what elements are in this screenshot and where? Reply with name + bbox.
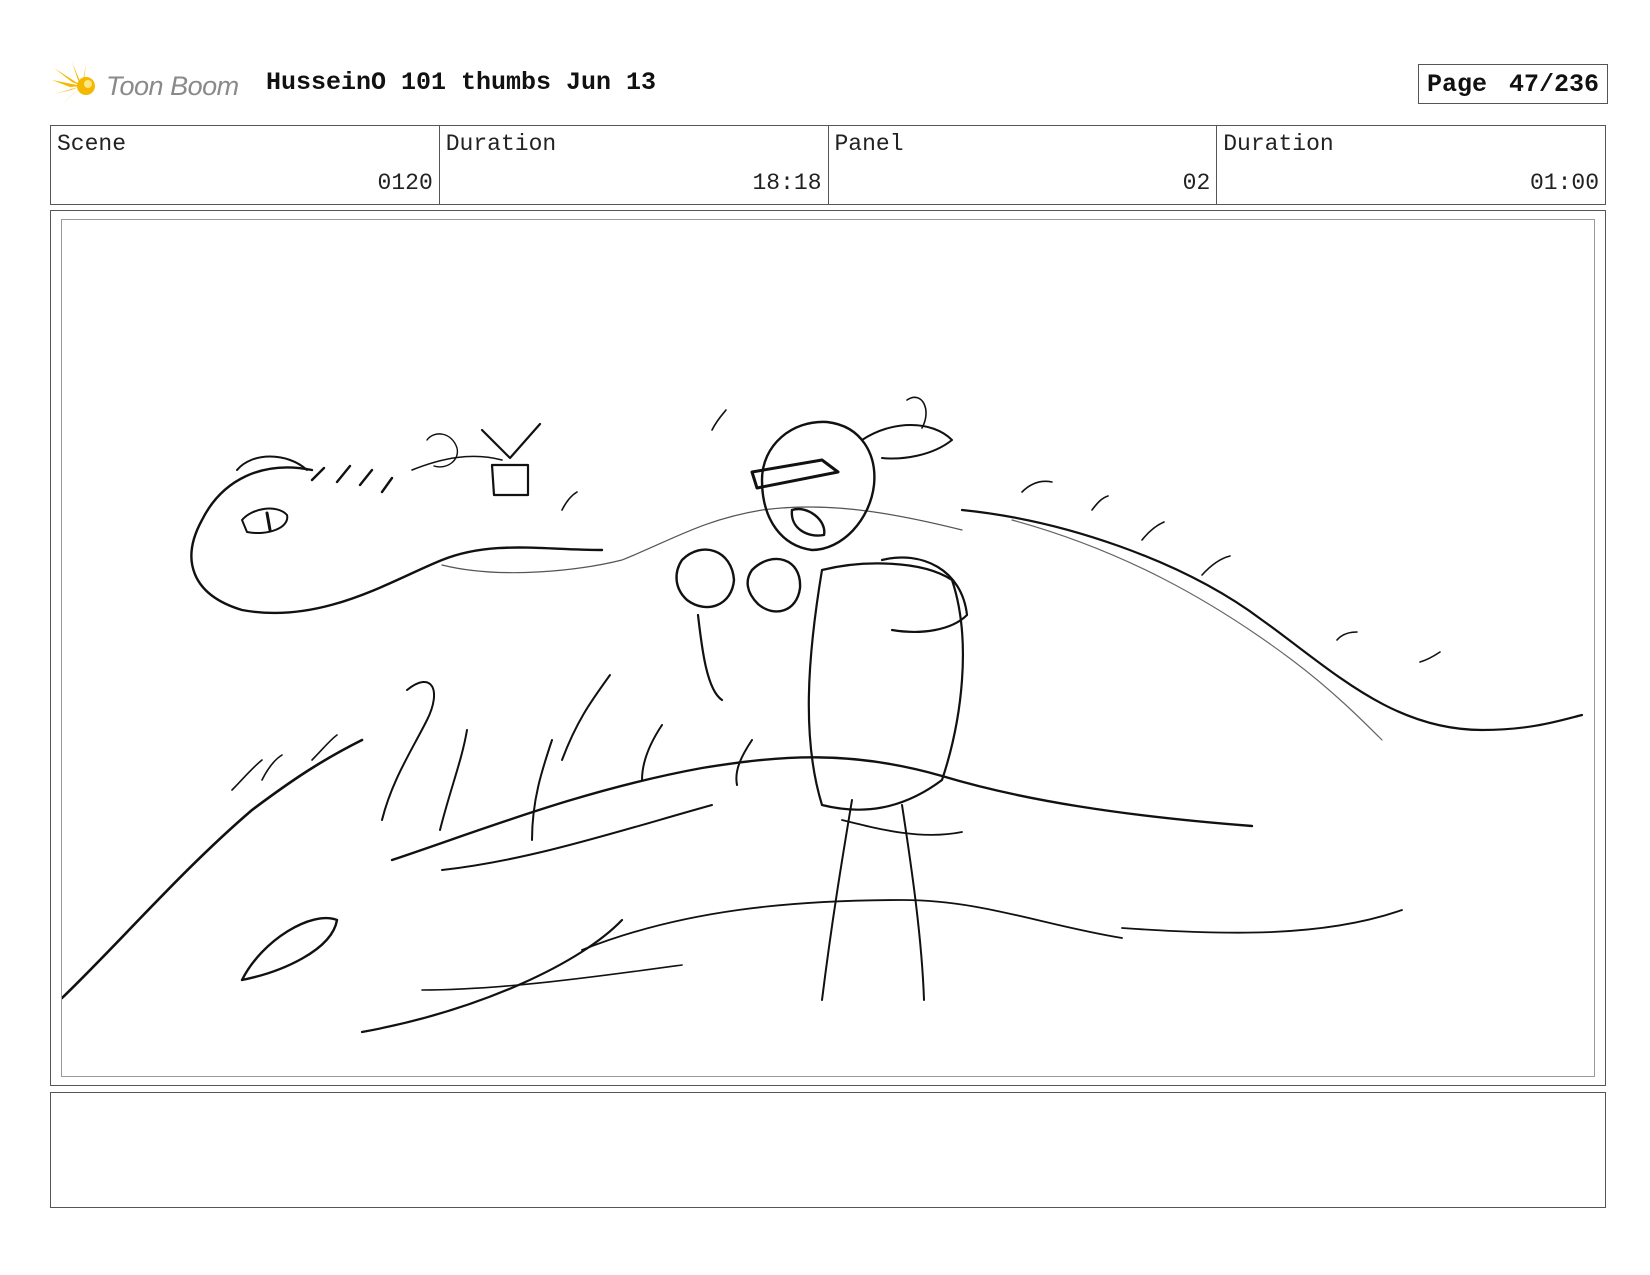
spike-4 (561, 674, 611, 761)
hero-sash (841, 819, 963, 836)
panel-duration-value: 01:00 (1529, 170, 1599, 196)
small-claw-1 (231, 759, 263, 791)
starburst-icon (52, 62, 95, 106)
motion-mark-6 (1419, 651, 1441, 663)
page-indicator: Page 47/236 (1417, 64, 1608, 104)
sketch-drawing (62, 396, 1584, 1034)
hero-fist-left (675, 548, 736, 609)
cape-swoosh (960, 508, 1584, 732)
serpent-base-stroke (360, 918, 624, 1034)
hero-mouth (790, 507, 826, 537)
panel-image-area (61, 219, 1595, 1077)
serpent-belly-stroke (441, 804, 713, 871)
logo-wordmark: Toon Boom (106, 70, 239, 101)
serpent-tail-stroke (1121, 909, 1403, 934)
hero-hair-streak-2 (906, 396, 927, 429)
spike-3 (531, 739, 553, 841)
scene-value: 0120 (377, 170, 433, 196)
panel-frame (50, 210, 1606, 1086)
motion-mark-1 (1021, 480, 1053, 493)
scene-duration-cell: Duration 18:18 (440, 126, 829, 204)
slingshot-fork (480, 422, 542, 460)
panel-info-row: Scene 0120 Duration 18:18 Panel 02 Durat… (50, 125, 1606, 205)
motion-mark-7 (711, 409, 727, 431)
creature-eye-outline (241, 507, 289, 534)
hero-head-outline (760, 420, 876, 552)
motion-mark-5 (1336, 631, 1358, 641)
scene-label: Scene (57, 131, 127, 157)
panel-duration-label: Duration (1223, 131, 1334, 157)
slingshot-band (411, 455, 503, 471)
motion-mark-8 (561, 491, 578, 511)
tentacle-upper-stroke (190, 466, 604, 615)
creature-teeth (310, 464, 394, 494)
serpent-eye-shape (240, 916, 339, 982)
spike-5 (641, 724, 663, 781)
hero-fist-right (746, 557, 802, 613)
serpent-back-stroke (62, 738, 364, 1000)
cape-swoosh-light (1011, 519, 1383, 741)
motion-mark-4 (1201, 555, 1231, 576)
panel-duration-cell: Duration 01:00 (1217, 126, 1605, 204)
page-label: Page (1426, 69, 1487, 99)
slingshot-scribble (426, 433, 459, 468)
toon-boom-logo: Toon Boom (52, 58, 252, 114)
storyboard-header: Toon Boom HusseinO 101 thumbs Jun 13 Pag… (52, 56, 1608, 116)
serpent-spine-stroke (390, 756, 1254, 862)
hero-torso (807, 562, 964, 811)
motion-mark-2 (1091, 495, 1109, 511)
creature-pupil (265, 511, 272, 532)
panel-cell: Panel 02 (829, 126, 1218, 204)
panel-value: 02 (1182, 170, 1211, 196)
scene-duration-label: Duration (445, 131, 557, 157)
page-number: 47/236 (1508, 69, 1599, 99)
panel-label: Panel (834, 131, 904, 157)
scene-cell: Scene 0120 (51, 126, 440, 204)
small-claw-2 (261, 754, 283, 781)
slingshot-handle (490, 463, 530, 497)
notes-box (50, 1092, 1606, 1208)
scene-duration-value: 18:18 (752, 170, 822, 196)
hero-arm (696, 613, 724, 702)
serpent-lower-stroke (581, 899, 1123, 951)
document-title: HusseinO 101 thumbs Jun 13 (266, 68, 657, 97)
hero-hair-streak (861, 424, 953, 460)
motion-mark-3 (1141, 521, 1165, 541)
spike-1 (381, 680, 436, 821)
spike-2 (439, 729, 468, 831)
